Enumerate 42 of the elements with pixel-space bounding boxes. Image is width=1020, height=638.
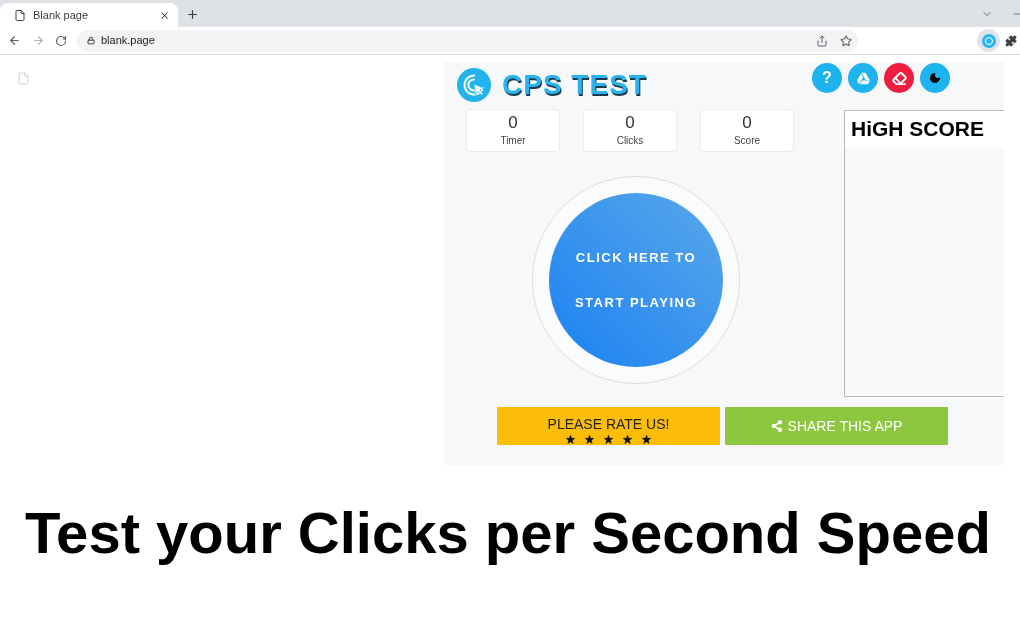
browser-tab[interactable]: Blank page — [0, 3, 178, 27]
dark-mode-button[interactable] — [920, 63, 950, 93]
reload-icon — [55, 34, 67, 47]
rate-button[interactable]: PLEASE RATE US! — [497, 407, 720, 445]
stat-value: 0 — [742, 114, 752, 132]
puzzle-icon — [1005, 34, 1017, 47]
share-box-icon — [816, 34, 828, 47]
extensions-button[interactable] — [1005, 34, 1017, 47]
share-page-button[interactable] — [816, 34, 828, 47]
star-icon — [623, 435, 632, 444]
star-outline-icon — [840, 34, 852, 47]
stat-label: Clicks — [616, 135, 644, 147]
eraser-icon — [891, 70, 907, 86]
bookmark-button[interactable] — [840, 34, 852, 47]
forward-icon — [32, 34, 45, 47]
eraser-button[interactable] — [884, 63, 914, 93]
star-icon — [642, 435, 651, 444]
back-button[interactable] — [8, 34, 21, 47]
plus-icon — [185, 8, 199, 21]
moon-icon — [929, 72, 941, 84]
close-icon — [158, 9, 170, 21]
back-icon — [8, 34, 21, 47]
share-icon — [770, 420, 783, 432]
page-icon — [17, 71, 30, 86]
drive-icon — [856, 71, 870, 85]
app-title: CPS TEST — [502, 69, 647, 101]
stat-value: 0 — [508, 114, 518, 132]
stat-value: 0 — [625, 114, 635, 132]
logo-icon — [457, 68, 491, 102]
lock-icon — [87, 36, 95, 45]
high-score-title: HiGH SCORE — [845, 111, 1004, 147]
caption: Test your Clicks per Second Speed — [25, 503, 991, 563]
reload-button[interactable] — [55, 34, 67, 47]
page-icon — [14, 8, 26, 22]
extension-icon — [981, 33, 996, 48]
star-icon — [604, 435, 613, 444]
stat-label: Timer — [500, 135, 526, 147]
address-bar[interactable]: blank.page — [77, 29, 858, 52]
star-icon — [566, 435, 575, 444]
new-tab-button[interactable] — [185, 7, 199, 22]
stat-label: Score — [733, 135, 761, 147]
star-icon — [585, 435, 594, 444]
